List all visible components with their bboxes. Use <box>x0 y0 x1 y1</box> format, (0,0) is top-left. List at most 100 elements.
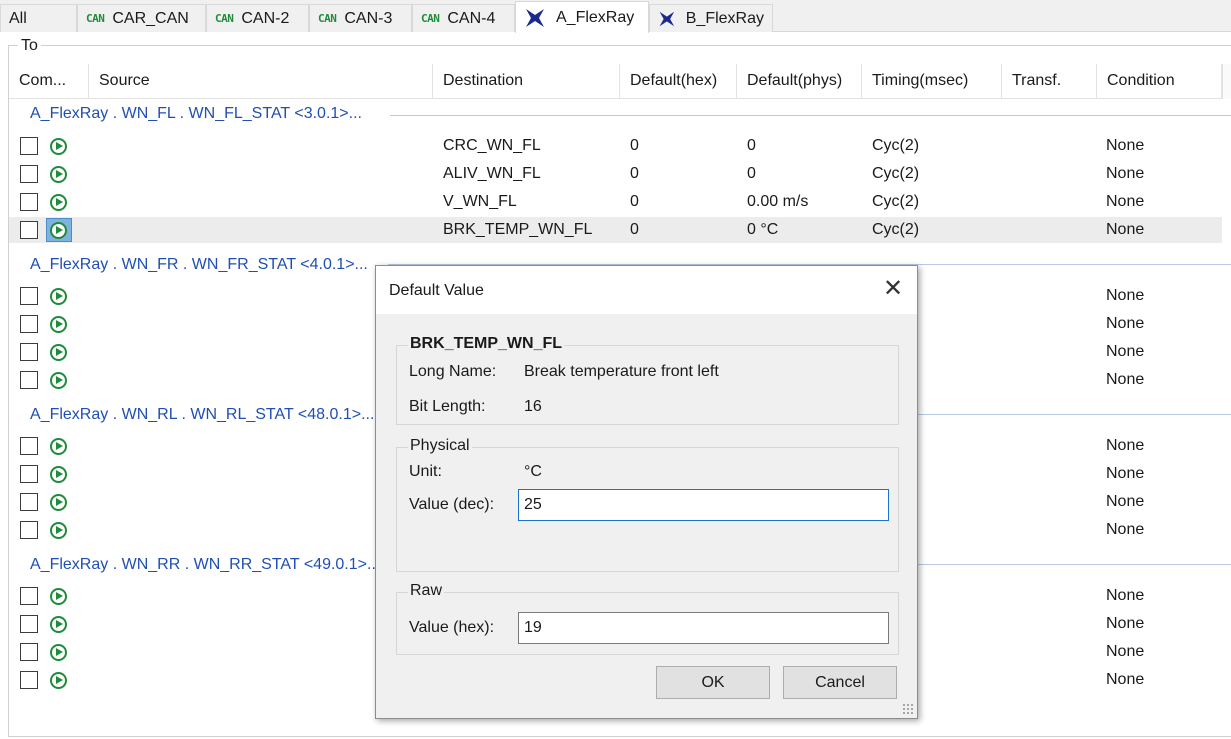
resize-grip-icon[interactable] <box>902 703 914 715</box>
unit-label: Unit: <box>409 463 442 480</box>
column-header-default-phys[interactable]: Default(phys) <box>737 64 862 98</box>
group-title-wn-fr[interactable]: A_FlexRay . WN_FR . WN_FR_STAT <4.0.1>..… <box>30 256 368 274</box>
column-header-source[interactable]: Source <box>89 64 433 98</box>
group-title-wn-rr[interactable]: A_FlexRay . WN_RR . WN_RR_STAT <49.0.1>.… <box>30 556 380 574</box>
long-name-value: Break temperature front left <box>524 363 719 380</box>
tab-label: CAR_CAN <box>112 9 189 27</box>
dialog-titlebar[interactable]: Default Value ✕ <box>376 266 917 314</box>
row-checkbox[interactable] <box>20 521 38 539</box>
row-checkbox[interactable] <box>20 221 38 239</box>
play-icon[interactable] <box>50 316 67 333</box>
table-row[interactable]: V_WN_FL 0 0.00 m/s Cyc(2) None <box>9 189 1222 215</box>
tab-a-flexray[interactable]: A_FlexRay <box>515 1 649 33</box>
column-header-com[interactable]: Com... <box>9 64 89 98</box>
can-icon: CAN <box>215 12 234 25</box>
cell-timing: Cyc(2) <box>872 165 920 182</box>
cell-condition: None <box>1106 493 1145 510</box>
cell-destination: ALIV_WN_FL <box>443 165 541 182</box>
cell-destination: V_WN_FL <box>443 193 517 210</box>
tab-label: CAN-4 <box>447 9 496 27</box>
row-checkbox[interactable] <box>20 493 38 511</box>
value-hex-label: Value (hex): <box>409 619 495 636</box>
group-title-wn-fl[interactable]: A_FlexRay . WN_FL . WN_FL_STAT <3.0.1>..… <box>30 105 362 123</box>
cell-timing: Cyc(2) <box>872 221 920 238</box>
tab-label: All <box>9 9 27 27</box>
tab-label: CAN-3 <box>344 9 393 27</box>
tab-car-can[interactable]: CAN CAR_CAN <box>77 4 206 32</box>
play-icon[interactable] <box>50 588 67 605</box>
can-icon: CAN <box>86 12 105 25</box>
cell-condition: None <box>1106 221 1145 238</box>
play-icon[interactable] <box>50 494 67 511</box>
close-icon[interactable]: ✕ <box>877 276 909 304</box>
physical-legend: Physical <box>408 437 472 455</box>
row-checkbox[interactable] <box>20 437 38 455</box>
value-hex-input[interactable] <box>518 612 889 644</box>
table-row[interactable]: CRC_WN_FL 0 0 Cyc(2) None <box>9 133 1222 159</box>
flexray-icon <box>659 11 675 26</box>
cell-destination: BRK_TEMP_WN_FL <box>443 221 593 238</box>
row-checkbox[interactable] <box>20 287 38 305</box>
cancel-button[interactable]: Cancel <box>783 666 897 699</box>
play-icon[interactable] <box>50 672 67 689</box>
play-icon[interactable] <box>50 166 67 183</box>
tab-all[interactable]: All <box>0 4 77 32</box>
play-icon[interactable] <box>50 194 67 211</box>
tab-bar: All CAN CAR_CAN CAN CAN-2 CAN CAN-3 CAN … <box>0 0 1231 33</box>
row-checkbox[interactable] <box>20 371 38 389</box>
table-row[interactable]: ALIV_WN_FL 0 0 Cyc(2) None <box>9 161 1222 187</box>
row-checkbox[interactable] <box>20 643 38 661</box>
cell-condition: None <box>1106 437 1145 454</box>
column-header-destination[interactable]: Destination <box>433 64 620 98</box>
ok-button[interactable]: OK <box>656 666 770 699</box>
scrollbar[interactable] <box>1222 64 1231 99</box>
row-checkbox[interactable] <box>20 615 38 633</box>
cell-condition: None <box>1106 343 1145 360</box>
tab-can-3[interactable]: CAN CAN-3 <box>309 4 412 32</box>
row-checkbox[interactable] <box>20 193 38 211</box>
cell-timing: Cyc(2) <box>872 193 920 210</box>
column-header-transf[interactable]: Transf. <box>1002 64 1097 98</box>
tab-can-2[interactable]: CAN CAN-2 <box>206 4 309 32</box>
row-checkbox[interactable] <box>20 315 38 333</box>
cell-condition: None <box>1106 643 1145 660</box>
tab-b-flexray[interactable]: B_FlexRay <box>649 4 773 32</box>
play-icon[interactable] <box>50 222 67 239</box>
table-row-selected[interactable]: BRK_TEMP_WN_FL 0 0 °C Cyc(2) None <box>9 217 1222 243</box>
row-checkbox[interactable] <box>20 465 38 483</box>
row-checkbox[interactable] <box>20 165 38 183</box>
row-checkbox[interactable] <box>20 671 38 689</box>
cell-timing: Cyc(2) <box>872 137 920 154</box>
play-icon[interactable] <box>50 616 67 633</box>
play-icon[interactable] <box>50 372 67 389</box>
groupbox-label: To <box>18 37 41 55</box>
cell-condition: None <box>1106 465 1145 482</box>
cell-default-hex: 0 <box>630 165 639 182</box>
play-icon[interactable] <box>50 138 67 155</box>
row-checkbox[interactable] <box>20 587 38 605</box>
row-checkbox[interactable] <box>20 137 38 155</box>
cell-default-phys: 0.00 m/s <box>747 193 809 210</box>
play-icon[interactable] <box>50 344 67 361</box>
cell-condition: None <box>1106 671 1145 688</box>
tab-can-4[interactable]: CAN CAN-4 <box>412 4 515 32</box>
can-icon: CAN <box>318 12 337 25</box>
signal-name: BRK_TEMP_WN_FL <box>408 335 565 353</box>
play-icon[interactable] <box>50 522 67 539</box>
cell-condition: None <box>1106 371 1145 388</box>
cell-default-hex: 0 <box>630 221 639 238</box>
value-dec-input[interactable] <box>518 489 889 521</box>
column-header-condition[interactable]: Condition <box>1097 64 1222 98</box>
tab-label: A_FlexRay <box>556 8 635 26</box>
row-checkbox[interactable] <box>20 343 38 361</box>
play-icon[interactable] <box>50 438 67 455</box>
play-icon[interactable] <box>50 466 67 483</box>
value-dec-label: Value (dec): <box>409 496 495 513</box>
group-title-wn-rl[interactable]: A_FlexRay . WN_RL . WN_RL_STAT <48.0.1>.… <box>30 406 374 424</box>
play-icon[interactable] <box>50 644 67 661</box>
cell-condition: None <box>1106 521 1145 538</box>
column-header-timing[interactable]: Timing(msec) <box>862 64 1002 98</box>
play-icon[interactable] <box>50 288 67 305</box>
bit-length-value: 16 <box>524 398 542 415</box>
column-header-default-hex[interactable]: Default(hex) <box>620 64 737 98</box>
